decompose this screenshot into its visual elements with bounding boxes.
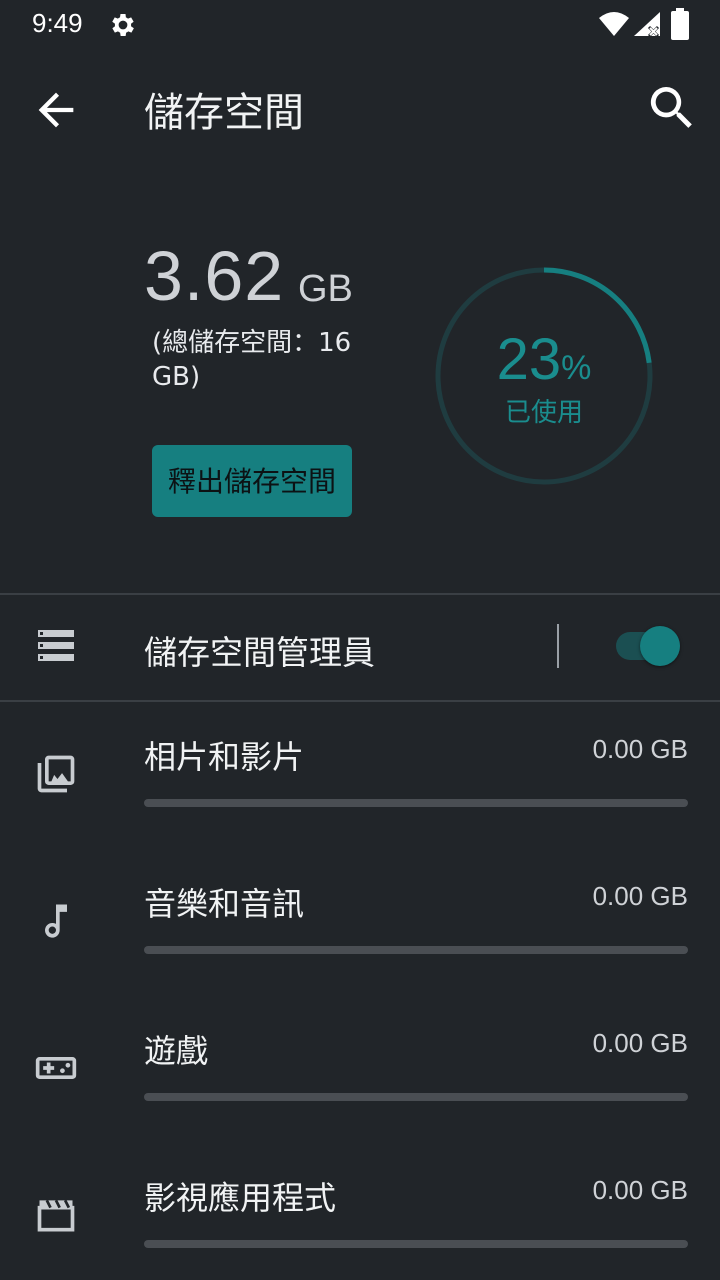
music-note-icon [45,904,67,938]
battery-icon [671,8,689,40]
back-arrow-icon[interactable] [30,84,82,136]
used-storage-unit: GB [298,268,353,310]
used-label: 已使用 [504,398,583,428]
search-icon[interactable] [644,80,700,136]
storage-manager-icon [38,630,74,661]
status-bar: 9:49 [0,0,720,48]
category-usage-bar [144,799,688,807]
category-row-movies[interactable]: 影視應用程式 0.00 GB [0,1143,720,1280]
free-up-space-button[interactable]: 釋出儲存空間 [152,445,352,517]
category-row-games[interactable]: 遊戲 0.00 GB [0,996,720,1143]
gamepad-icon [35,1057,77,1079]
category-usage-bar [144,946,688,954]
settings-gear-icon [112,14,134,36]
vertical-separator [557,624,559,668]
category-row-photos[interactable]: 相片和影片 0.00 GB [0,702,720,849]
total-storage-text: (總儲存空間：16 GB) [152,328,352,392]
wifi-icon [599,12,629,36]
movie-icon [37,1199,75,1232]
category-label: 遊戲 [144,1032,209,1070]
category-size: 0.00 GB [592,1175,688,1205]
category-label: 音樂和音訊 [144,885,305,923]
category-size: 0.00 GB [592,1028,688,1058]
category-label: 相片和影片 [144,738,305,776]
signal-no-data-icon [634,12,660,38]
used-percent: 23% [430,326,658,393]
used-percent-number: 23 [496,327,562,392]
category-usage-bar [144,1240,688,1248]
category-row-audio[interactable]: 音樂和音訊 0.00 GB [0,849,720,996]
page-title: 儲存空間 [144,90,304,136]
toggle-thumb[interactable] [640,626,680,666]
category-usage-bar [144,1093,688,1101]
category-label: 影視應用程式 [144,1179,337,1217]
divider [0,593,720,595]
storage-manager-label: 儲存空間管理員 [144,633,375,672]
app-bar: 儲存空間 [0,48,720,160]
status-time: 9:49 [32,8,83,38]
storage-settings-screen: 9:49 儲存空間 3.62 GB (總儲存空間：16 GB) 釋出儲存空間 2… [0,0,720,1280]
used-storage-value: 3.62 [144,237,285,315]
percent-symbol: % [561,349,592,387]
category-size: 0.00 GB [592,881,688,911]
photo-library-icon [37,755,75,793]
category-size: 0.00 GB [592,734,688,764]
